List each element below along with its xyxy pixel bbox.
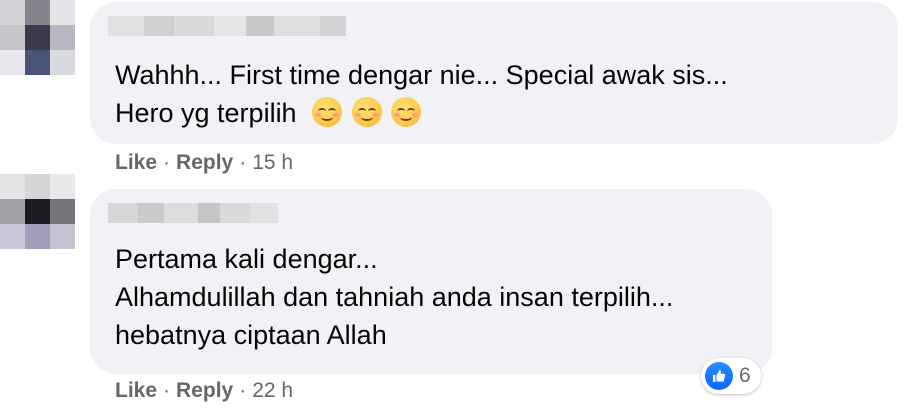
like-link[interactable]: Like [115,151,157,174]
smiling-face-with-smiling-eyes-icon [312,97,343,127]
separator: · [239,379,247,402]
comment-bubble: Wahhh... First time dengar nie... Specia… [90,2,898,144]
author-name-blurred[interactable] [108,16,346,36]
separator: · [239,151,247,174]
comment-text: Pertama kali dengar... Alhamdulillah dan… [115,240,673,354]
author-name-blurred[interactable] [108,203,278,223]
comment-line: Wahhh... First time dengar nie... Specia… [115,60,728,90]
avatar[interactable] [0,0,76,76]
smiling-face-with-smiling-eyes-icon [351,97,382,127]
timestamp[interactable]: 22 h [252,379,293,402]
like-link[interactable]: Like [115,379,157,402]
comment-line: Pertama kali dengar... [115,244,378,274]
timestamp[interactable]: 15 h [252,151,293,174]
separator: · [163,151,171,174]
comment-bubble: Pertama kali dengar... Alhamdulillah dan… [90,189,772,374]
comment-line-text: Hero yg terpilih [115,98,297,128]
comment-text: Wahhh... First time dengar nie... Specia… [115,56,728,132]
separator: · [163,379,171,402]
reply-link[interactable]: Reply [176,379,233,402]
comment-line: Hero yg terpilih [115,94,728,132]
reaction-count-badge[interactable]: 6 [701,358,761,394]
smiling-face-with-smiling-eyes-icon [391,97,422,127]
reaction-count: 6 [739,364,751,387]
reply-link[interactable]: Reply [176,151,233,174]
comment-actions: Like · Reply · 22 h [115,379,293,403]
avatar[interactable] [0,174,76,250]
comment-line: hebatnya ciptaan Allah [115,320,387,350]
comment-actions: Like · Reply · 15 h [115,151,293,175]
like-thumb-icon [705,362,733,390]
comment-line: Alhamdulillah dan tahniah anda insan ter… [115,282,674,312]
